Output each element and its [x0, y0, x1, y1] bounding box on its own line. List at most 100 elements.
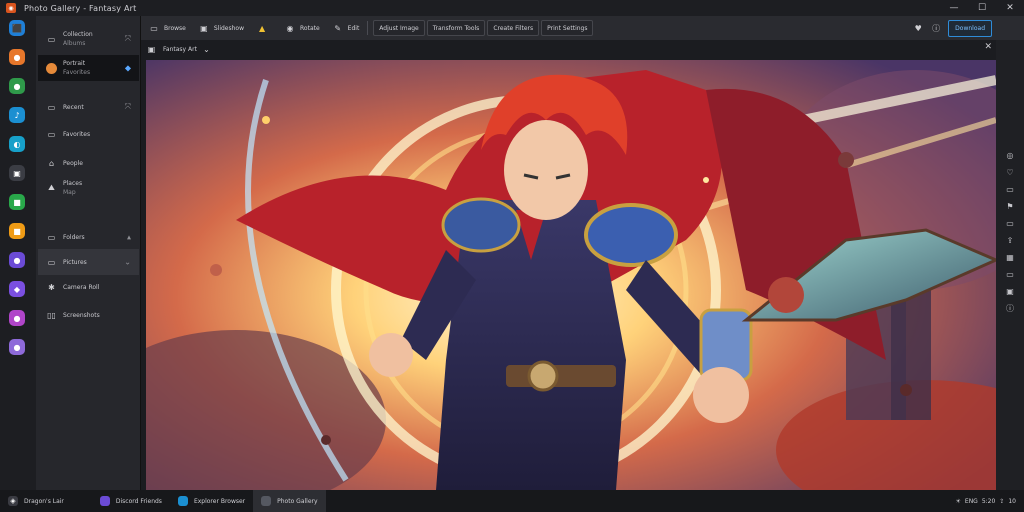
- music-app-icon[interactable]: ♪: [9, 107, 25, 123]
- taskbar-item-discord-friends[interactable]: Discord Friends: [92, 490, 170, 512]
- folder-button[interactable]: ▲: [252, 19, 277, 37]
- app-violet-app-icon[interactable]: ◆: [9, 281, 25, 297]
- crop-icon[interactable]: ◎: [1005, 150, 1015, 160]
- sidebar-item-people[interactable]: ⌂ People: [38, 150, 139, 176]
- maximize-button[interactable]: ☐: [968, 0, 996, 16]
- sidebar-item-action-icon[interactable]: ⤧: [125, 34, 131, 44]
- rotate-icon: ◉: [286, 23, 294, 33]
- close-viewer-icon[interactable]: ✕: [984, 42, 992, 52]
- minimize-button[interactable]: —: [940, 0, 968, 16]
- download-button[interactable]: Download: [948, 19, 992, 37]
- sidebar-item-action-icon[interactable]: ⌄: [124, 258, 131, 267]
- info-small-icon[interactable]: ⓘ: [1005, 303, 1015, 313]
- browse-label: Browse: [164, 24, 186, 32]
- sidebar-item-action-icon[interactable]: ⤧: [125, 102, 131, 112]
- app-orange-app-icon[interactable]: ■: [9, 223, 25, 239]
- grid-icon[interactable]: ▦: [1005, 252, 1015, 262]
- tray-item[interactable]: 10: [1008, 498, 1016, 505]
- notes-app-icon[interactable]: ▣: [9, 165, 25, 181]
- taskbar-item-label: Explorer Browser: [193, 497, 246, 505]
- taskbar: ◈ Dragon's Lair Discord Friends Explorer …: [0, 490, 1024, 512]
- heart-icon[interactable]: ♥: [909, 19, 927, 37]
- layers-icon[interactable]: ▭: [1005, 184, 1015, 194]
- edge-app-icon[interactable]: ◐: [9, 136, 25, 152]
- app-purple-app-icon[interactable]: ●: [9, 252, 25, 268]
- close-button[interactable]: ✕: [996, 0, 1024, 16]
- sidebar-item-pictures[interactable]: ▭ Pictures ⌄: [38, 249, 139, 275]
- folder-icon: ▭: [47, 232, 56, 242]
- sidebar-item-folders[interactable]: ▭ Folders ▴: [38, 224, 139, 250]
- tray-item[interactable]: ☀: [956, 498, 961, 505]
- folder-icon: ▭: [47, 129, 56, 139]
- flag-icon[interactable]: ⚑: [1005, 201, 1015, 211]
- camera-icon: ✱: [48, 282, 55, 292]
- rect-icon[interactable]: ▭: [1005, 269, 1015, 279]
- sidebar-item-favorites[interactable]: ▭ Favorites: [38, 121, 139, 147]
- sidebar-item-label: Portrait: [63, 60, 86, 67]
- image-icon: ▭: [47, 34, 56, 44]
- store-app-icon[interactable]: ⬛: [9, 20, 25, 36]
- firefox-app-icon[interactable]: ●: [9, 49, 25, 65]
- sidebar-item-label: Places: [63, 180, 83, 187]
- sidebar-item-portrait[interactable]: ● Portrait Favorites ◆: [38, 55, 139, 81]
- info-icon[interactable]: ⓘ: [927, 19, 945, 37]
- app-rail: ⬛ ● ● ♪ ◐ ▣ ■ ■ ● ◆ ● ●: [0, 16, 36, 490]
- edge-app-icon: [177, 496, 188, 506]
- copy-icon[interactable]: ▭: [1005, 218, 1015, 228]
- gallery-icon: ▣: [147, 44, 156, 54]
- window-title: Photo Gallery - Fantasy Art: [24, 3, 137, 13]
- folder-color-icon: ▲: [258, 23, 266, 33]
- sidebar-item-places[interactable]: ⛰ Places Map: [38, 175, 139, 201]
- share-icon[interactable]: ⇪: [1005, 235, 1015, 245]
- frame-icon[interactable]: ▣: [1005, 286, 1015, 296]
- app-green-app-icon[interactable]: ■: [9, 194, 25, 210]
- slideshow-button[interactable]: ▣ Slideshow: [194, 19, 249, 37]
- start-button[interactable]: ◈ Dragon's Lair: [0, 490, 72, 512]
- chevron-down-icon[interactable]: ⌄: [201, 44, 212, 55]
- toolbar-right-group: ♥ ⓘ Download: [909, 19, 992, 37]
- sidebar-item-sublabel: Favorites: [63, 69, 91, 76]
- heart-outline-icon[interactable]: ♡: [1005, 167, 1015, 177]
- tab-print-settings[interactable]: Print Settings: [541, 20, 594, 36]
- edit-button[interactable]: ✎ Edit: [328, 19, 365, 37]
- slideshow-label: Slideshow: [213, 24, 245, 32]
- browse-button[interactable]: ▭ Browse: [144, 19, 191, 37]
- start-icon: ◈: [8, 496, 18, 506]
- image-viewer[interactable]: [146, 60, 996, 490]
- tray-item[interactable]: 5:20: [982, 498, 995, 505]
- app-logo-icon: ◉: [6, 3, 16, 13]
- chat-app-icon[interactable]: ●: [9, 78, 25, 94]
- sidebar-item-sublabel: Map: [63, 189, 76, 196]
- places-icon: ⛰: [48, 183, 55, 192]
- people-icon: ⌂: [48, 158, 55, 168]
- tray-item[interactable]: ENG: [965, 498, 978, 505]
- sidebar-item-label: People: [63, 159, 83, 167]
- content-header: ▣ Fantasy Art ⌄ ✕: [146, 40, 996, 58]
- taskbar-item-label: Discord Friends: [115, 497, 162, 505]
- tab-adjust-image[interactable]: Adjust Image: [373, 20, 425, 36]
- sidebar-item-label: Camera Roll: [63, 283, 100, 291]
- sidebar-item-collection[interactable]: ▭ Collection Albums ⤧: [38, 26, 139, 52]
- pictures-icon: ▭: [47, 257, 56, 267]
- select-icon: ▣: [200, 23, 208, 33]
- sidebar: ▭ Collection Albums ⤧ ● Portrait Favorites ◆ ▭ Re…: [36, 16, 141, 490]
- taskbar-item-label: Photo Gallery: [277, 497, 318, 505]
- sidebar-item-label: Recent: [63, 103, 84, 111]
- sidebar-item-action-icon[interactable]: ◆: [125, 64, 131, 73]
- tab-transform-tools[interactable]: Transform Tools: [426, 20, 486, 36]
- sidebar-item-camera-roll[interactable]: ✱ Camera Roll: [38, 274, 139, 300]
- taskbar-item-explorer-browser[interactable]: Explorer Browser: [170, 490, 253, 512]
- taskbar-item-photo-gallery[interactable]: Photo Gallery: [253, 490, 326, 512]
- avatar-icon: ●: [46, 62, 57, 74]
- rotate-button[interactable]: ◉ Rotate: [280, 19, 325, 37]
- tray-item[interactable]: ⇪: [999, 498, 1004, 505]
- tab-create-filters[interactable]: Create Filters: [487, 20, 540, 36]
- app-magenta-app-icon[interactable]: ●: [9, 310, 25, 326]
- slideshow-icon: ▭: [150, 23, 158, 33]
- sidebar-item-screenshots[interactable]: ▯▯ Screenshots: [38, 302, 139, 328]
- sidebar-item-label: Folders: [63, 233, 85, 241]
- sidebar-item-action-icon[interactable]: ▴: [127, 233, 131, 242]
- sidebar-item-recent[interactable]: ▭ Recent ⤧: [38, 94, 139, 120]
- app-lilac-app-icon[interactable]: ●: [9, 339, 25, 355]
- sidebar-item-label: Screenshots: [63, 311, 100, 319]
